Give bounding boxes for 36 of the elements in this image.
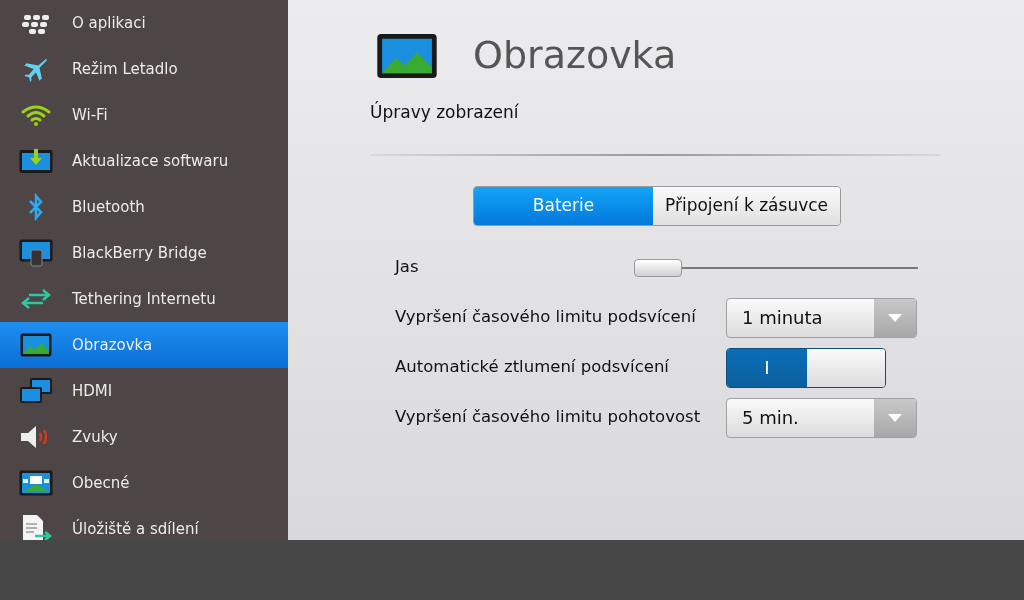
slider-thumb[interactable] <box>634 258 682 277</box>
sidebar-item[interactable]: Wi-Fi <box>0 92 288 138</box>
landscape-icon <box>20 333 52 357</box>
sidebar-item[interactable]: Úložiště a sdílení <box>0 506 288 540</box>
setting-label: Vypršení časového limitu podsvícení <box>395 306 697 329</box>
sidebar-item[interactable]: O aplikaci <box>0 0 288 46</box>
caret-icon <box>888 413 902 422</box>
sidebar-item[interactable]: Zvuky <box>0 414 288 460</box>
sidebar-item[interactable]: Aktualizace softwaru <box>0 138 288 184</box>
section-subtitle: Úpravy zobrazení <box>370 100 519 124</box>
toggle-on-label: I <box>727 348 807 387</box>
toggle-switch[interactable]: I <box>726 347 886 388</box>
arrows-icon <box>19 287 53 311</box>
sidebar-item[interactable]: Tethering Internetu <box>0 276 288 322</box>
setting-label: Vypršení časového limitu pohotovost <box>395 406 702 429</box>
mode-tab[interactable]: Připojení k zásuvce <box>653 186 841 225</box>
sidebar-item[interactable]: HDMI <box>0 368 288 414</box>
sidebar-item[interactable]: Obecné <box>0 460 288 506</box>
setting-label: Jas <box>395 256 420 279</box>
dropdown-value: 1 minuta <box>741 306 824 330</box>
wifi-icon <box>20 103 52 127</box>
page-title: Obrazovka <box>473 32 677 79</box>
setting-label: Automatické ztlumení podsvícení <box>395 356 670 379</box>
sidebar-item[interactable]: Bluetooth <box>0 184 288 230</box>
dropdown-value: 5 min. <box>741 406 800 430</box>
caret-icon <box>888 313 902 322</box>
bluetooth-icon <box>28 193 44 221</box>
brightness-slider[interactable] <box>634 257 918 278</box>
monitors-icon <box>19 377 53 405</box>
sidebar-item[interactable]: Režim Letadlo <box>0 46 288 92</box>
dropdown[interactable]: 1 minuta <box>726 297 917 338</box>
dropdown[interactable]: 5 min. <box>726 397 917 438</box>
network-icon <box>19 470 53 496</box>
download-icon <box>19 148 53 174</box>
tablet-phone-icon <box>19 239 53 267</box>
sidebar-item[interactable]: BlackBerry Bridge <box>0 230 288 276</box>
